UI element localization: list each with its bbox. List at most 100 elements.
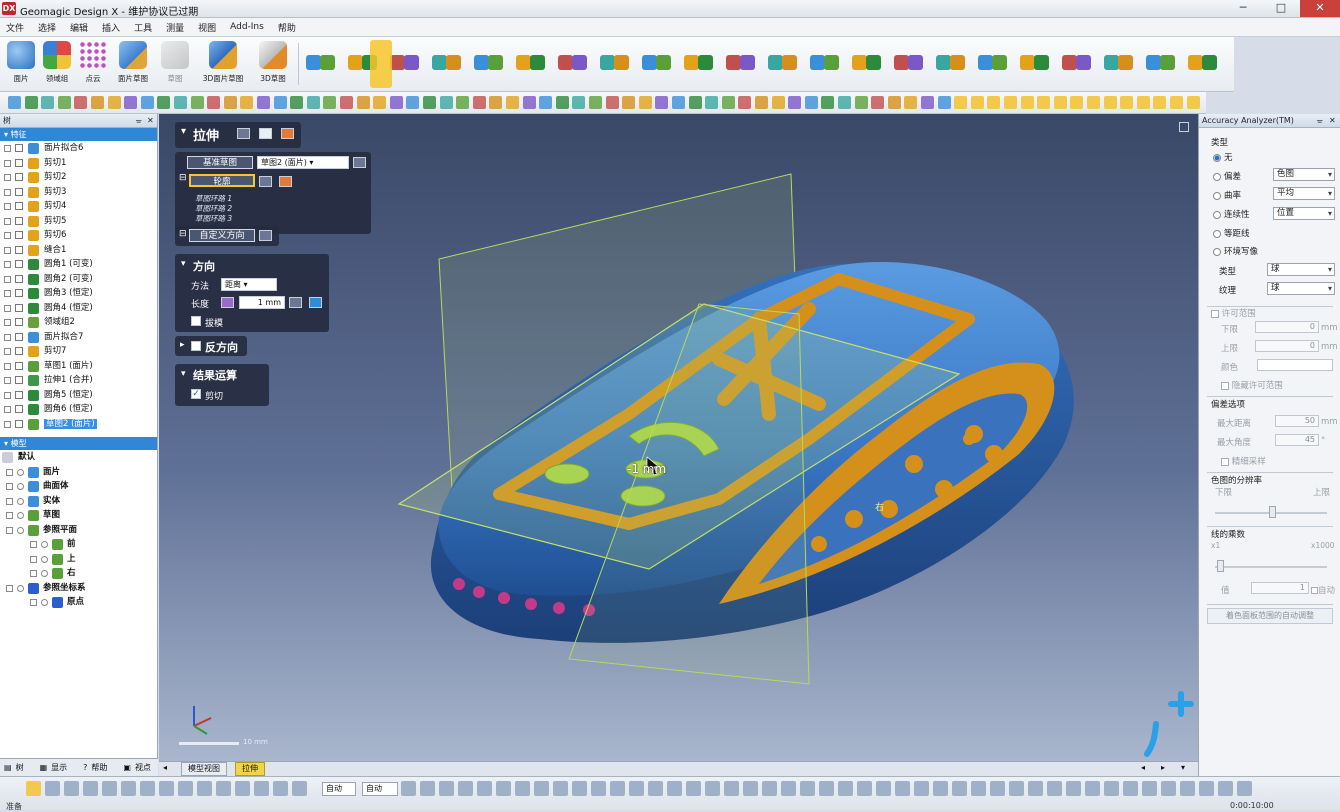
loft-icon[interactable] [446,55,461,70]
status-tool-icon[interactable] [45,781,60,796]
visibility-checkbox[interactable] [15,289,23,297]
vector-icon[interactable] [978,55,993,70]
visibility-icon[interactable] [41,570,48,577]
collapse-icon[interactable]: ▾ [181,126,186,137]
status-tool-icon[interactable] [292,781,307,796]
sketch-button[interactable]: 草图 [156,41,194,89]
save-icon[interactable] [937,96,951,109]
tree-model-item[interactable]: 实体 [0,494,157,509]
tree-feature-item[interactable]: 剪切7 [0,344,157,359]
base-sketch-select[interactable]: 草图2 (面片) ▾ [257,156,349,169]
refresh-icon[interactable] [1004,96,1017,109]
wireframe-icon[interactable] [539,96,553,109]
view-top-icon[interactable] [788,96,802,109]
mesh-display-icon[interactable] [854,96,868,109]
view-top-icon[interactable] [1087,96,1100,109]
zoom-icon[interactable] [721,96,735,109]
status-tool-icon[interactable] [458,781,473,796]
minimize-icon[interactable]: ─ [1224,0,1262,17]
status-tool-icon[interactable] [990,781,1005,796]
status-tool-icon[interactable] [629,781,644,796]
mesh-button[interactable]: 面片 [2,41,40,89]
multiplier-slider[interactable] [1215,566,1327,568]
visibility-icon[interactable] [17,512,24,519]
expand-icon[interactable] [4,348,11,355]
status-tool-icon[interactable] [1237,781,1252,796]
undo-icon[interactable] [672,96,685,109]
menu-insert[interactable]: 插入 [102,21,120,34]
mesh-display-icon[interactable] [1153,96,1167,109]
expand-icon[interactable] [30,570,37,577]
max-dist-input[interactable]: 50 [1275,415,1319,427]
tab-help[interactable]: ? 帮助 [83,762,113,773]
radio-none[interactable]: 无 [1213,151,1233,163]
revolve-icon[interactable] [404,55,419,70]
custom-direction-button[interactable]: 自定义方向 [189,229,255,242]
visibility-icon[interactable] [17,584,24,592]
view-right-icon[interactable] [506,96,519,109]
auto-adjust-button[interactable]: 着色面板范围的自动调整 [1207,608,1333,624]
save-icon[interactable] [41,96,55,109]
tree-feature-item[interactable]: 面片拟合6 [0,141,157,156]
tab-scroll-left-icon[interactable]: ◂ [163,763,167,772]
status-tool-icon[interactable] [1161,781,1176,796]
auto-surface-icon[interactable] [488,55,503,70]
tree-feature-item[interactable]: 缝合1 [0,243,157,258]
boolean-icon[interactable] [1188,55,1203,70]
deviation-select[interactable]: 色图 [1273,168,1335,181]
visibility-checkbox[interactable] [15,332,23,341]
navigation-gadget-icon[interactable] [1144,691,1194,757]
region-group-button[interactable]: 领域组 [38,41,76,89]
select-icon[interactable] [8,96,21,109]
expand-icon[interactable] [4,275,11,283]
zoom-icon[interactable] [1020,96,1034,109]
status-tool-icon[interactable] [914,781,929,796]
auto-select-1[interactable]: 自动 [322,782,356,796]
undo-icon[interactable] [970,96,984,109]
expand-icon[interactable] [4,391,11,399]
curvature-select[interactable]: 平均 [1273,187,1335,200]
visibility-checkbox[interactable] [15,318,23,326]
view-front-icon[interactable] [174,96,187,109]
tab-prev-icon[interactable]: ◂ [1141,763,1145,772]
expand-icon[interactable] [4,261,11,268]
profile-button[interactable]: 轮廓 [189,174,255,187]
shaded-icon[interactable] [1120,96,1134,109]
filter-icon[interactable] [290,96,304,109]
status-tool-icon[interactable] [273,781,288,796]
visibility-icon[interactable] [17,526,24,534]
visibility-checkbox[interactable] [15,274,23,283]
patch-icon[interactable] [474,55,489,70]
mesh-display-icon[interactable] [257,96,270,109]
tree-feature-item[interactable]: 圆角3 (恒定) [0,286,157,301]
features-section-header[interactable]: ▾ 特征 [0,128,157,141]
tree-feature-item[interactable]: 草图1 (面片) [0,359,157,374]
visibility-checkbox[interactable] [15,405,23,413]
mesh-display-icon[interactable] [555,96,569,109]
radio-curvature[interactable]: 曲率 [1213,189,1241,201]
visibility-checkbox[interactable] [15,390,23,399]
tree-feature-item[interactable]: 圆角4 (恒定) [0,301,157,316]
fillet-icon[interactable] [1202,55,1217,70]
menu-tools[interactable]: 工具 [134,21,152,34]
pin-icon[interactable]: ᚚ [136,114,141,127]
deviation-icon[interactable] [824,55,839,70]
tree-feature-item[interactable]: 圆角5 (恒定) [0,388,157,403]
visibility-checkbox[interactable] [15,376,23,384]
view-top-icon[interactable] [489,96,503,109]
tree-feature-item[interactable]: 领域组2 [0,315,157,330]
sketch-options-icon[interactable] [353,157,366,168]
status-tool-icon[interactable] [1218,781,1233,796]
color-picker[interactable] [1257,359,1333,371]
section-icon[interactable] [871,96,885,109]
menu-select[interactable]: 选择 [38,21,56,34]
close-icon[interactable]: ✕ [1300,0,1340,17]
continuity-select[interactable]: 位置 [1273,207,1335,220]
view-right-icon[interactable] [207,96,221,109]
status-tool-icon[interactable] [572,781,587,796]
radio-env-map[interactable]: 环境写像 [1213,245,1258,257]
multiplier-slider-handle[interactable] [1217,560,1224,572]
status-tool-icon[interactable] [838,781,853,796]
visibility-checkbox[interactable] [15,361,23,370]
menu-help[interactable]: 帮助 [278,21,296,34]
